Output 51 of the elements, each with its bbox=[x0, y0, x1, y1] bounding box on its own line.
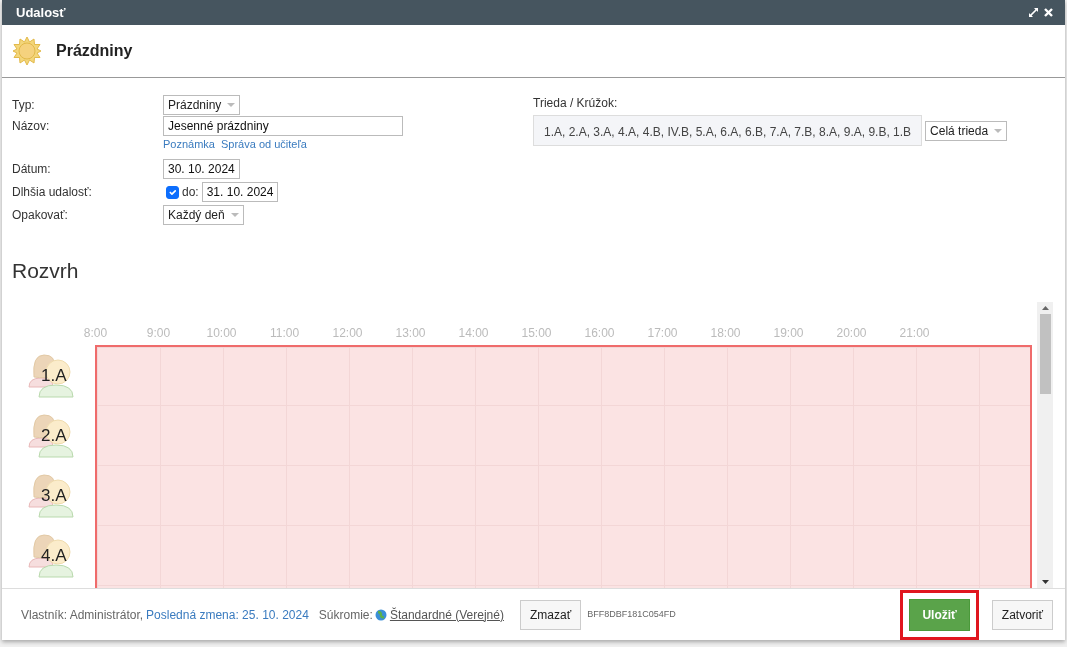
date-field[interactable]: 31. 10. 2024 bbox=[201, 182, 279, 202]
hour-label: 9:00 bbox=[145, 325, 172, 342]
hour-label: 21:00 bbox=[898, 325, 931, 342]
scrollbar[interactable] bbox=[1037, 302, 1053, 588]
hour-label: 15:00 bbox=[520, 325, 553, 342]
hour-label: 17:00 bbox=[646, 325, 679, 342]
hour-label: 19:00 bbox=[772, 325, 805, 342]
close-icon[interactable] bbox=[1044, 8, 1053, 17]
link[interactable]: Poznámka bbox=[163, 136, 215, 153]
privacy-link[interactable]: Štandardné (Verejné) bbox=[389, 605, 504, 624]
field-label: do: bbox=[182, 184, 199, 201]
maximize-icon[interactable] bbox=[1029, 8, 1038, 17]
class-label: 1.A bbox=[41, 365, 67, 387]
globe-icon bbox=[374, 608, 387, 621]
event-title: Prázdniny bbox=[56, 41, 133, 61]
hour-label: 8:00 bbox=[82, 325, 109, 342]
hour-label: 18:00 bbox=[709, 325, 742, 342]
hour-label: 14:00 bbox=[457, 325, 490, 342]
class-label: 3.A bbox=[41, 485, 67, 507]
window-title: Udalosť bbox=[16, 3, 66, 22]
record-code: BFF8DBF181C054FD bbox=[587, 607, 676, 621]
delete-button[interactable]: Zmazať bbox=[519, 599, 582, 630]
type-dropdown[interactable]: Prázdniny bbox=[163, 94, 241, 115]
field-label: Dlhšia udalosť: bbox=[12, 184, 93, 201]
hour-label: 16:00 bbox=[583, 325, 616, 342]
class-label: 2.A bbox=[41, 425, 67, 447]
last-change-text: Posledná zmena: 25. 10. 2024 bbox=[146, 606, 309, 624]
privacy-label: Súkromie: bbox=[318, 606, 373, 624]
link[interactable]: Správa od učiteľa bbox=[221, 136, 307, 153]
section-heading: Rozvrh bbox=[11, 258, 80, 284]
scroll-thumb[interactable] bbox=[1039, 314, 1051, 394]
scope-dropdown[interactable]: Celá trieda bbox=[925, 120, 1008, 141]
class-list-field[interactable]: 1.A, 2.A, 3.A, 4.A, 4.B, IV.B, 5.A, 6.A, 6.B, 7.A, 7.B, 8.A, 9.A, 9.B, 1.B bbox=[533, 115, 923, 146]
class-label: 4.A bbox=[41, 545, 67, 567]
hour-label: 12:00 bbox=[331, 325, 364, 342]
field-label: Trieda / Krúžok: bbox=[533, 95, 619, 112]
owner-text: Vlastník: Administrátor, bbox=[21, 606, 144, 624]
close-button[interactable]: Zatvoriť bbox=[991, 599, 1053, 630]
field-label: Dátum: bbox=[12, 161, 52, 178]
field-label: Názov: bbox=[12, 117, 51, 135]
repeat-dropdown[interactable]: Každý deň bbox=[163, 205, 244, 225]
field-label: Opakovať: bbox=[12, 207, 69, 224]
field-label: Typ: bbox=[12, 96, 36, 114]
hour-label: 11:00 bbox=[268, 325, 301, 342]
date-field[interactable]: 30. 10. 2024 bbox=[163, 159, 240, 179]
name-field[interactable]: Jesenné prázdniny bbox=[163, 115, 403, 136]
checkbox[interactable] bbox=[166, 185, 179, 199]
hour-label: 10:00 bbox=[205, 325, 238, 342]
hour-label: 13:00 bbox=[394, 325, 427, 342]
sun-icon bbox=[12, 36, 42, 66]
hour-label: 20:00 bbox=[835, 325, 868, 342]
